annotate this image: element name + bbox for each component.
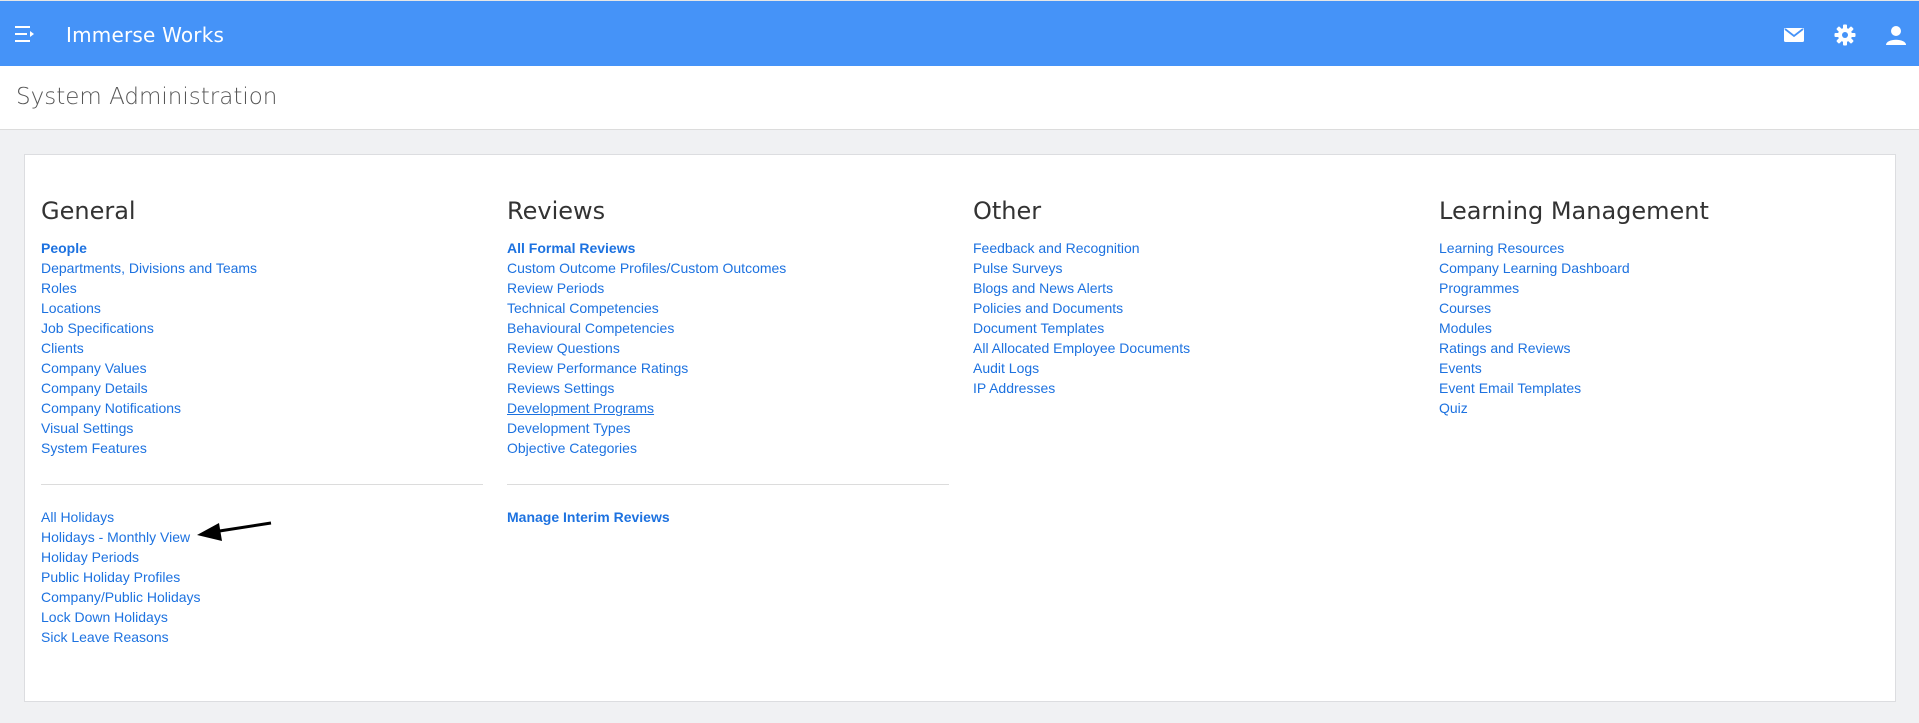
link-event-email-templates[interactable]: Event Email Templates bbox=[1439, 378, 1879, 398]
link-custom-outcome-profiles-custom-outcomes[interactable]: Custom Outcome Profiles/Custom Outcomes bbox=[507, 258, 947, 278]
section-divider bbox=[507, 484, 949, 485]
link-learning-resources[interactable]: Learning Resources bbox=[1439, 238, 1879, 258]
link-list: Feedback and Recognition Pulse Surveys Blo… bbox=[973, 238, 1413, 398]
link-ip-addresses[interactable]: IP Addresses bbox=[973, 378, 1413, 398]
column-other: Other Feedback and Recognition Pulse Surv… bbox=[973, 196, 1413, 398]
link-lock-down-holidays[interactable]: Lock Down Holidays bbox=[41, 607, 481, 627]
link-company-notifications[interactable]: Company Notifications bbox=[41, 398, 481, 418]
link-people[interactable]: People bbox=[41, 238, 481, 258]
user-icon[interactable] bbox=[1884, 23, 1908, 47]
link-sick-leave-reasons[interactable]: Sick Leave Reasons bbox=[41, 627, 481, 647]
link-all-formal-reviews[interactable]: All Formal Reviews bbox=[507, 238, 947, 258]
link-locations[interactable]: Locations bbox=[41, 298, 481, 318]
link-courses[interactable]: Courses bbox=[1439, 298, 1879, 318]
link-all-allocated-employee-documents[interactable]: All Allocated Employee Documents bbox=[973, 338, 1413, 358]
link-holiday-periods[interactable]: Holiday Periods bbox=[41, 547, 481, 567]
column-heading: General bbox=[41, 197, 136, 225]
link-ratings-and-reviews[interactable]: Ratings and Reviews bbox=[1439, 338, 1879, 358]
page-title: System Administration bbox=[16, 84, 278, 110]
link-development-types[interactable]: Development Types bbox=[507, 418, 947, 438]
link-blogs-and-news-alerts[interactable]: Blogs and News Alerts bbox=[973, 278, 1413, 298]
link-feedback-and-recognition[interactable]: Feedback and Recognition bbox=[973, 238, 1413, 258]
link-job-specifications[interactable]: Job Specifications bbox=[41, 318, 481, 338]
link-objective-categories[interactable]: Objective Categories bbox=[507, 438, 947, 458]
gear-icon[interactable] bbox=[1833, 23, 1857, 47]
link-review-periods[interactable]: Review Periods bbox=[507, 278, 947, 298]
admin-card: General People Departments, Divisions and… bbox=[24, 154, 1896, 702]
link-list: All Formal Reviews Custom Outcome Profile… bbox=[507, 238, 947, 458]
app-title[interactable]: Immerse Works bbox=[66, 23, 224, 47]
link-departments-divisions-and-teams[interactable]: Departments, Divisions and Teams bbox=[41, 258, 481, 278]
link-policies-and-documents[interactable]: Policies and Documents bbox=[973, 298, 1413, 318]
link-pulse-surveys[interactable]: Pulse Surveys bbox=[973, 258, 1413, 278]
link-roles[interactable]: Roles bbox=[41, 278, 481, 298]
link-technical-competencies[interactable]: Technical Competencies bbox=[507, 298, 947, 318]
link-review-performance-ratings[interactable]: Review Performance Ratings bbox=[507, 358, 947, 378]
page-header: System Administration bbox=[0, 66, 1919, 130]
top-navigation-bar: Immerse Works bbox=[0, 0, 1919, 66]
link-modules[interactable]: Modules bbox=[1439, 318, 1879, 338]
link-reviews-settings[interactable]: Reviews Settings bbox=[507, 378, 947, 398]
link-list: Learning Resources Company Learning Dashb… bbox=[1439, 238, 1879, 418]
mail-icon[interactable] bbox=[1782, 23, 1806, 47]
menu-icon[interactable] bbox=[15, 25, 35, 43]
link-company-learning-dashboard[interactable]: Company Learning Dashboard bbox=[1439, 258, 1879, 278]
link-events[interactable]: Events bbox=[1439, 358, 1879, 378]
interim-link-list: Manage Interim Reviews bbox=[507, 507, 947, 527]
link-public-holiday-profiles[interactable]: Public Holiday Profiles bbox=[41, 567, 481, 587]
link-list: People Departments, Divisions and Teams Ro… bbox=[41, 238, 481, 458]
link-company-values[interactable]: Company Values bbox=[41, 358, 481, 378]
link-visual-settings[interactable]: Visual Settings bbox=[41, 418, 481, 438]
arrow-icon bbox=[197, 521, 272, 541]
link-company-public-holidays[interactable]: Company/Public Holidays bbox=[41, 587, 481, 607]
column-heading: Reviews bbox=[507, 197, 606, 225]
link-company-details[interactable]: Company Details bbox=[41, 378, 481, 398]
link-clients[interactable]: Clients bbox=[41, 338, 481, 358]
section-divider bbox=[41, 484, 483, 485]
link-development-programs[interactable]: Development Programs bbox=[507, 398, 947, 418]
link-behavioural-competencies[interactable]: Behavioural Competencies bbox=[507, 318, 947, 338]
link-system-features[interactable]: System Features bbox=[41, 438, 481, 458]
link-review-questions[interactable]: Review Questions bbox=[507, 338, 947, 358]
column-heading: Other bbox=[973, 197, 1042, 225]
column-general: General People Departments, Divisions and… bbox=[41, 196, 481, 458]
link-audit-logs[interactable]: Audit Logs bbox=[973, 358, 1413, 378]
column-learning-management: Learning Management Learning Resources Co… bbox=[1439, 196, 1879, 418]
column-heading: Learning Management bbox=[1439, 197, 1709, 225]
link-programmes[interactable]: Programmes bbox=[1439, 278, 1879, 298]
link-manage-interim-reviews[interactable]: Manage Interim Reviews bbox=[507, 507, 947, 527]
column-reviews: Reviews All Formal Reviews Custom Outcome… bbox=[507, 196, 947, 458]
link-quiz[interactable]: Quiz bbox=[1439, 398, 1879, 418]
link-document-templates[interactable]: Document Templates bbox=[973, 318, 1413, 338]
